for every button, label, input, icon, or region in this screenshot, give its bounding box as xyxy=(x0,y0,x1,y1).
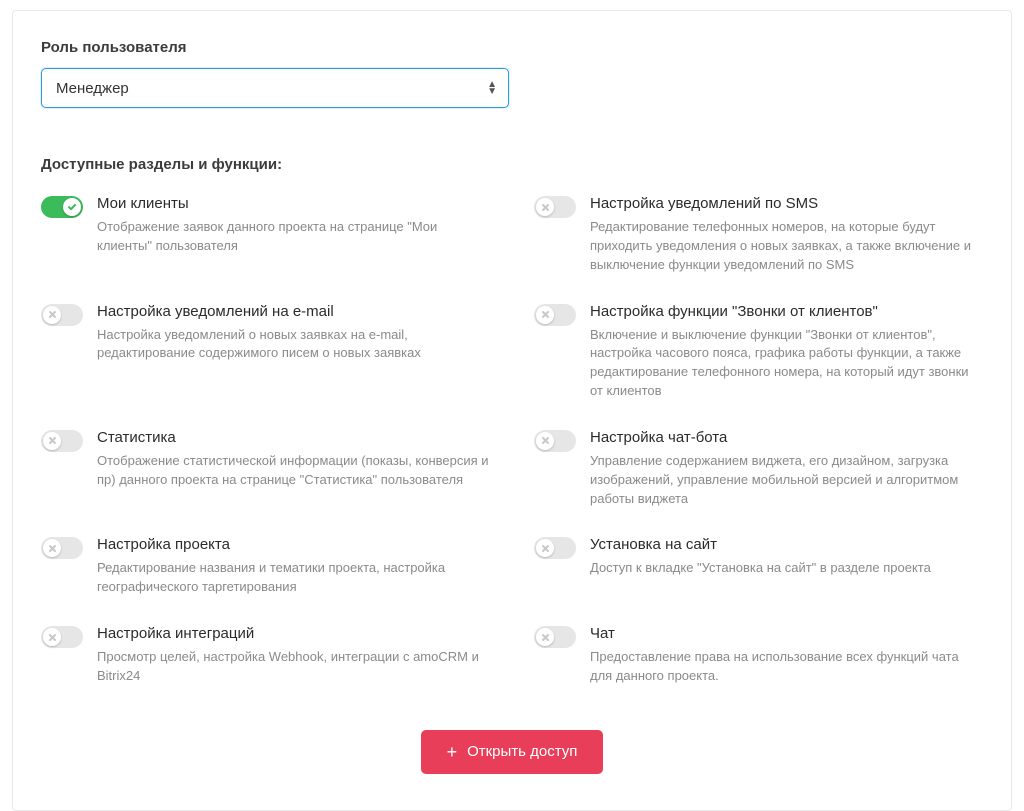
feature-desc: Включение и выключение функции "Звонки о… xyxy=(590,326,983,401)
feature-content: Настройка уведомлений на e-mail Настройка… xyxy=(97,303,490,364)
feature-desc: Предоставление права на использование вс… xyxy=(590,648,983,686)
feature-toggle[interactable] xyxy=(534,304,576,326)
close-icon xyxy=(536,306,554,324)
feature-title: Настройка интеграций xyxy=(97,625,490,642)
feature-item: Установка на сайт Доступ к вкладке "Устан… xyxy=(534,536,983,597)
feature-desc: Управление содержанием виджета, его диза… xyxy=(590,452,983,509)
close-icon xyxy=(43,628,61,646)
feature-title: Мои клиенты xyxy=(97,195,490,212)
feature-item: Мои клиенты Отображение заявок данного пр… xyxy=(41,195,490,275)
feature-item: Настройка проекта Редактирование названия… xyxy=(41,536,490,597)
permissions-panel: Роль пользователя Менеджер ▲▼ Доступные … xyxy=(12,10,1012,811)
close-icon xyxy=(536,198,554,216)
feature-content: Мои клиенты Отображение заявок данного пр… xyxy=(97,195,490,256)
feature-desc: Настройка уведомлений о новых заявках на… xyxy=(97,326,490,364)
feature-desc: Отображение статистической информации (п… xyxy=(97,452,490,490)
feature-toggle[interactable] xyxy=(534,626,576,648)
feature-content: Статистика Отображение статистической инф… xyxy=(97,429,490,490)
grant-access-label: Открыть доступ xyxy=(467,743,577,760)
feature-title: Настройка уведомлений на e-mail xyxy=(97,303,490,320)
role-label: Роль пользователя xyxy=(41,39,983,56)
close-icon xyxy=(43,306,61,324)
feature-toggle[interactable] xyxy=(41,304,83,326)
close-icon xyxy=(536,628,554,646)
feature-title: Настройка чат-бота xyxy=(590,429,983,446)
feature-item: Чат Предоставление права на использование… xyxy=(534,625,983,686)
feature-title: Установка на сайт xyxy=(590,536,983,553)
feature-item: Настройка интеграций Просмотр целей, наст… xyxy=(41,625,490,686)
feature-content: Настройка функции "Звонки от клиентов" Вк… xyxy=(590,303,983,401)
feature-desc: Редактирование названия и тематики проек… xyxy=(97,559,490,597)
feature-item: Настройка уведомлений по SMS Редактирован… xyxy=(534,195,983,275)
feature-toggle[interactable] xyxy=(534,537,576,559)
feature-title: Настройка функции "Звонки от клиентов" xyxy=(590,303,983,320)
feature-content: Настройка уведомлений по SMS Редактирован… xyxy=(590,195,983,275)
feature-title: Чат xyxy=(590,625,983,642)
feature-desc: Редактирование телефонных номеров, на ко… xyxy=(590,218,983,275)
close-icon xyxy=(43,432,61,450)
role-select[interactable]: Менеджер xyxy=(41,68,509,108)
feature-toggle[interactable] xyxy=(41,430,83,452)
feature-item: Настройка чат-бота Управление содержанием… xyxy=(534,429,983,509)
plus-icon: + xyxy=(447,743,458,761)
feature-toggle[interactable] xyxy=(41,626,83,648)
feature-content: Настройка интеграций Просмотр целей, наст… xyxy=(97,625,490,686)
feature-toggle[interactable] xyxy=(534,430,576,452)
check-icon xyxy=(63,198,81,216)
close-icon xyxy=(536,539,554,557)
feature-title: Настройка уведомлений по SMS xyxy=(590,195,983,212)
close-icon xyxy=(43,539,61,557)
feature-desc: Просмотр целей, настройка Webhook, интег… xyxy=(97,648,490,686)
feature-toggle[interactable] xyxy=(41,537,83,559)
button-row: + Открыть доступ xyxy=(41,730,983,774)
section-title: Доступные разделы и функции: xyxy=(41,156,983,173)
feature-content: Установка на сайт Доступ к вкладке "Устан… xyxy=(590,536,983,578)
feature-content: Чат Предоставление права на использование… xyxy=(590,625,983,686)
feature-title: Настройка проекта xyxy=(97,536,490,553)
feature-grid: Мои клиенты Отображение заявок данного пр… xyxy=(41,195,983,686)
feature-content: Настройка проекта Редактирование названия… xyxy=(97,536,490,597)
close-icon xyxy=(536,432,554,450)
feature-item: Статистика Отображение статистической инф… xyxy=(41,429,490,509)
feature-toggle[interactable] xyxy=(41,196,83,218)
feature-content: Настройка чат-бота Управление содержанием… xyxy=(590,429,983,509)
feature-item: Настройка функции "Звонки от клиентов" Вк… xyxy=(534,303,983,401)
feature-desc: Доступ к вкладке "Установка на сайт" в р… xyxy=(590,559,983,578)
role-select-wrap: Менеджер ▲▼ xyxy=(41,68,509,108)
feature-item: Настройка уведомлений на e-mail Настройка… xyxy=(41,303,490,401)
feature-toggle[interactable] xyxy=(534,196,576,218)
feature-desc: Отображение заявок данного проекта на ст… xyxy=(97,218,490,256)
feature-title: Статистика xyxy=(97,429,490,446)
grant-access-button[interactable]: + Открыть доступ xyxy=(421,730,604,774)
